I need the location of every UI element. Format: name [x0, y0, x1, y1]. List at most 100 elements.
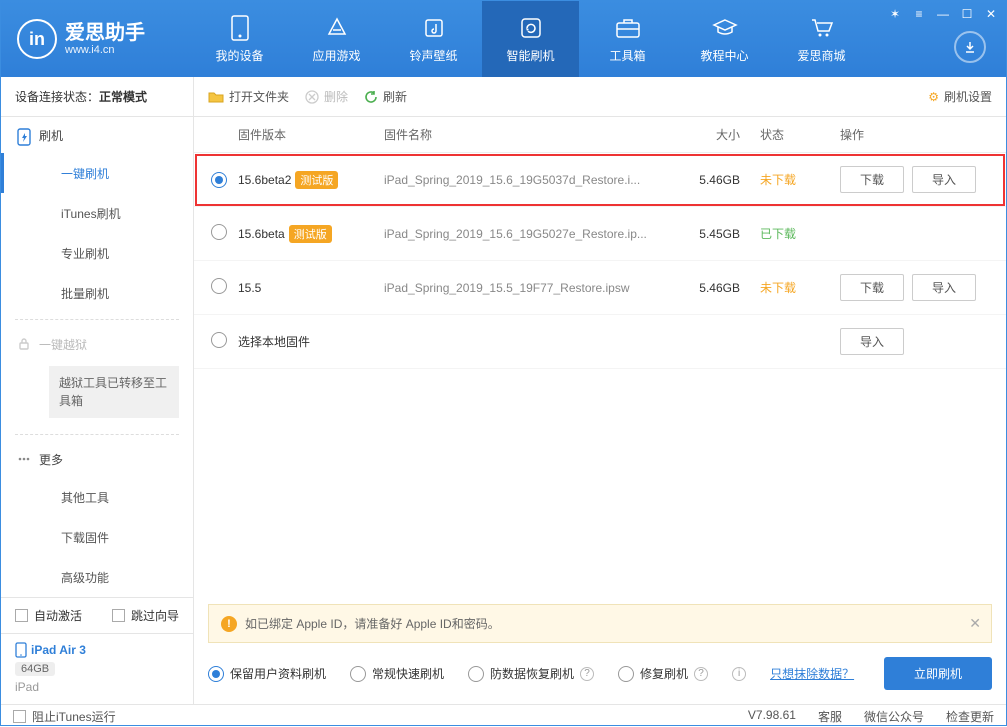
- reload-icon: [364, 90, 378, 104]
- phone-flash-icon: [17, 128, 31, 142]
- sidebar-batch-flash[interactable]: 批量刷机: [1, 273, 193, 313]
- table-row[interactable]: 15.6beta2测试版iPad_Spring_2019_15.6_19G503…: [194, 153, 1006, 207]
- col-version: 固件版本: [238, 126, 384, 143]
- info-icon[interactable]: i: [732, 667, 746, 681]
- sidebar-other-tools[interactable]: 其他工具: [1, 477, 193, 517]
- menu-icon[interactable]: ≡: [912, 7, 926, 21]
- firmware-version: 15.6beta2: [238, 173, 291, 187]
- skip-guide-checkbox[interactable]: [112, 609, 125, 622]
- flash-now-button[interactable]: 立即刷机: [884, 657, 992, 690]
- phone-icon: [226, 14, 254, 42]
- opt-quick[interactable]: 常规快速刷机: [350, 665, 444, 682]
- firmware-version: 15.6beta: [238, 227, 285, 241]
- row-radio[interactable]: [211, 332, 227, 348]
- beta-tag: 测试版: [289, 225, 332, 243]
- skin-icon[interactable]: ✶: [888, 7, 902, 21]
- nav-apps[interactable]: 应用游戏: [288, 1, 385, 77]
- table-row[interactable]: 选择本地固件导入: [194, 315, 1006, 369]
- nav-my-device[interactable]: 我的设备: [191, 1, 288, 77]
- status-bar: 阻止iTunes运行 V7.98.61 客服 微信公众号 检查更新: [1, 704, 1006, 727]
- firmware-filename: iPad_Spring_2019_15.6_19G5027e_Restore.i…: [384, 227, 690, 241]
- check-update[interactable]: 检查更新: [946, 708, 994, 725]
- flash-settings-button[interactable]: ⚙ 刷机设置: [928, 88, 992, 105]
- open-folder-button[interactable]: 打开文件夹: [208, 88, 289, 105]
- auto-activate-checkbox[interactable]: [15, 609, 28, 622]
- col-action: 操作: [840, 126, 1000, 143]
- opt-repair[interactable]: 修复刷机?: [618, 665, 708, 682]
- firmware-size: 5.46GB: [690, 281, 760, 295]
- customer-service[interactable]: 客服: [818, 708, 842, 725]
- window-controls: ✶ ≡ — ☐ ✕: [888, 7, 998, 21]
- col-size: 大小: [690, 126, 760, 143]
- refresh-button[interactable]: 刷新: [364, 88, 407, 105]
- nav-flash[interactable]: 智能刷机: [482, 1, 579, 77]
- block-itunes-label: 阻止iTunes运行: [32, 708, 116, 725]
- firmware-size: 5.45GB: [690, 227, 760, 241]
- erase-link[interactable]: 只想抹除数据？: [770, 665, 854, 682]
- row-radio[interactable]: [211, 224, 227, 240]
- firmware-size: 5.46GB: [690, 173, 760, 187]
- device-name[interactable]: iPad Air 3: [15, 642, 179, 658]
- sidebar-more-header[interactable]: 更多: [1, 441, 193, 477]
- firmware-version: 15.5: [238, 281, 261, 295]
- table-row[interactable]: 15.5 iPad_Spring_2019_15.5_19F77_Restore.…: [194, 261, 1006, 315]
- block-itunes-checkbox[interactable]: [13, 710, 26, 723]
- auto-activate-row: 自动激活 跳过向导: [1, 597, 193, 633]
- radio-icon: [468, 666, 484, 682]
- gear-icon: ⚙: [928, 90, 939, 104]
- firmware-status: 未下载: [760, 279, 840, 296]
- sidebar-download-firmware[interactable]: 下载固件: [1, 517, 193, 557]
- sidebar-itunes-flash[interactable]: iTunes刷机: [1, 193, 193, 233]
- app-title: 爱思助手: [65, 22, 145, 44]
- table-row[interactable]: 15.6beta 测试版 iPad_Spring_2019_15.6_19G5027…: [194, 207, 1006, 261]
- sidebar-jailbreak-header: 一键越狱: [1, 326, 193, 362]
- device-status: 设备连接状态：正常模式: [1, 77, 193, 117]
- row-radio[interactable]: [211, 172, 227, 188]
- more-icon: [17, 452, 31, 466]
- close-icon[interactable]: ✕: [984, 7, 998, 21]
- device-type: iPad: [15, 680, 179, 694]
- app-subtitle: www.i4.cn: [65, 44, 145, 56]
- col-status: 状态: [760, 126, 840, 143]
- nav-tutorials[interactable]: 教程中心: [676, 1, 773, 77]
- download-button[interactable]: 下载: [840, 274, 904, 301]
- version-label: V7.98.61: [748, 708, 796, 725]
- graduation-icon: [711, 14, 739, 42]
- minimize-icon[interactable]: —: [936, 7, 950, 21]
- delete-icon: [305, 90, 319, 104]
- firmware-filename: iPad_Spring_2019_15.5_19F77_Restore.ipsw: [384, 281, 690, 295]
- info-icon[interactable]: ?: [580, 667, 594, 681]
- tablet-icon: [15, 642, 27, 658]
- import-button[interactable]: 导入: [912, 274, 976, 301]
- sidebar: 设备连接状态：正常模式 刷机 一键刷机 iTunes刷机 专业刷机 批量刷机 一…: [1, 77, 194, 704]
- device-storage: 64GB: [15, 662, 55, 676]
- download-indicator[interactable]: [954, 31, 986, 63]
- opt-keep-data[interactable]: 保留用户资料刷机: [208, 665, 326, 682]
- nav-store[interactable]: 爱思商城: [773, 1, 870, 77]
- header: in 爱思助手 www.i4.cn 我的设备 应用游戏 铃声壁纸 智能刷机 工具…: [1, 1, 1006, 77]
- notice-close[interactable]: ✕: [969, 615, 981, 632]
- import-button[interactable]: 导入: [840, 328, 904, 355]
- maximize-icon[interactable]: ☐: [960, 7, 974, 21]
- row-radio[interactable]: [211, 278, 227, 294]
- opt-antirecover[interactable]: 防数据恢复刷机?: [468, 665, 594, 682]
- sidebar-flash-header[interactable]: 刷机: [1, 117, 193, 153]
- info-icon[interactable]: ?: [694, 667, 708, 681]
- sidebar-oneclick-flash[interactable]: 一键刷机: [1, 153, 193, 193]
- notice-bar: ! 如已绑定 Apple ID，请准备好 Apple ID和密码。 ✕: [208, 604, 992, 643]
- music-icon: [420, 14, 448, 42]
- folder-icon: [208, 90, 224, 104]
- nav-toolbox[interactable]: 工具箱: [579, 1, 676, 77]
- download-button[interactable]: 下载: [840, 166, 904, 193]
- radio-icon: [618, 666, 634, 682]
- skip-guide-label: 跳过向导: [131, 607, 179, 624]
- sidebar-pro-flash[interactable]: 专业刷机: [1, 233, 193, 273]
- sidebar-advanced[interactable]: 高级功能: [1, 557, 193, 597]
- firmware-status: 已下载: [760, 225, 840, 242]
- import-button[interactable]: 导入: [912, 166, 976, 193]
- device-panel: iPad Air 3 64GB iPad: [1, 633, 193, 704]
- lock-icon: [17, 337, 31, 351]
- nav-ringtones[interactable]: 铃声壁纸: [385, 1, 482, 77]
- delete-button[interactable]: 删除: [305, 88, 348, 105]
- wechat-link[interactable]: 微信公众号: [864, 708, 924, 725]
